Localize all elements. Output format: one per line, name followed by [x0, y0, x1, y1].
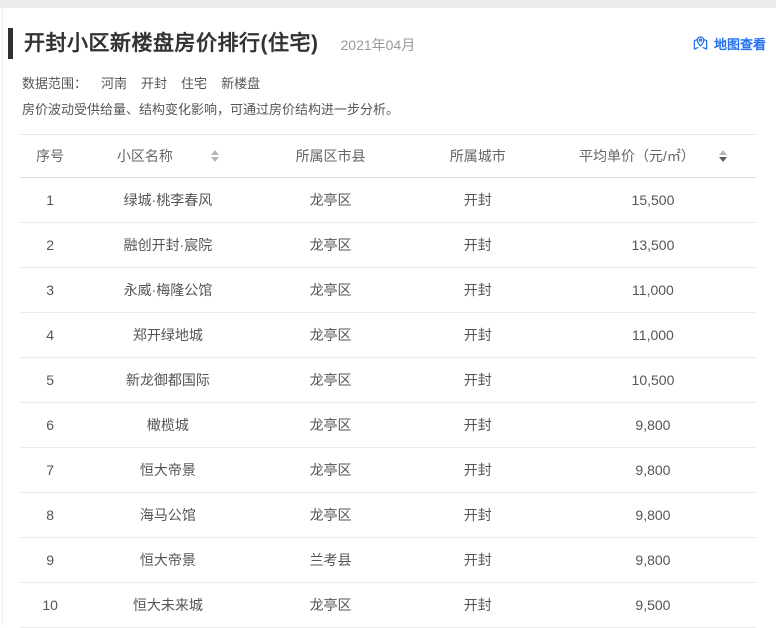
cell-name: 海马公馆 [80, 493, 255, 538]
cell-rank: 9 [20, 538, 80, 583]
cell-name: 恒大帝景 [80, 538, 255, 583]
cell-price: 9,800 [550, 538, 756, 583]
cell-city: 开封 [406, 358, 550, 403]
top-strip [0, 0, 776, 8]
cell-name: 恒大未来城 [80, 583, 255, 628]
cell-rank: 5 [20, 358, 80, 403]
table-row[interactable]: 3 永威·梅隆公馆 龙亭区 开封 11,000 [20, 268, 756, 313]
scope-label: 数据范围： [22, 76, 87, 91]
cell-rank: 3 [20, 268, 80, 313]
cell-rank: 8 [20, 493, 80, 538]
sort-carets-icon[interactable] [719, 150, 727, 162]
table-header-row: 序号 小区名称 所属区市县 所属城市 平均单价（元/㎡） [20, 135, 756, 178]
cell-name: 新龙御都国际 [80, 358, 255, 403]
table-row[interactable]: 4 郑开绿地城 龙亭区 开封 11,000 [20, 313, 756, 358]
map-view-label: 地图查看 [714, 34, 766, 53]
scope-tag-city[interactable]: 开封 [141, 76, 167, 91]
cell-rank: 10 [20, 583, 80, 628]
table-row[interactable]: 2 融创开封·宸院 龙亭区 开封 13,500 [20, 223, 756, 268]
description-text: 房价波动受供给量、结构变化影响，可通过房价结构进一步分析。 [22, 97, 756, 123]
table-row[interactable]: 1 绿城·桃李春风 龙亭区 开封 15,500 [20, 178, 756, 223]
column-label-rank: 序号 [36, 148, 64, 164]
column-header-city: 所属城市 [406, 135, 550, 178]
data-scope-line: 数据范围： 河南开封住宅新楼盘 [22, 71, 756, 97]
cell-rank: 4 [20, 313, 80, 358]
table-row[interactable]: 10 恒大未来城 龙亭区 开封 9,500 [20, 583, 756, 628]
column-header-price[interactable]: 平均单价（元/㎡） [550, 135, 756, 178]
scope-tag-province[interactable]: 河南 [101, 76, 127, 91]
cell-price: 9,800 [550, 448, 756, 493]
title-accent-bar [8, 28, 13, 59]
page-left-edge [2, 0, 3, 625]
cell-city: 开封 [406, 583, 550, 628]
cell-district: 兰考县 [256, 538, 406, 583]
cell-district: 龙亭区 [256, 313, 406, 358]
column-header-rank: 序号 [20, 135, 80, 178]
map-view-link[interactable]: 地图查看 [692, 34, 766, 53]
report-date: 2021年04月 [341, 31, 416, 55]
cell-city: 开封 [406, 403, 550, 448]
cell-name: 永威·梅隆公馆 [80, 268, 255, 313]
cell-price: 11,000 [550, 313, 756, 358]
cell-city: 开封 [406, 268, 550, 313]
cell-district: 龙亭区 [256, 358, 406, 403]
cell-price: 9,500 [550, 583, 756, 628]
cell-city: 开封 [406, 448, 550, 493]
cell-rank: 1 [20, 178, 80, 223]
column-label-city: 所属城市 [450, 148, 506, 164]
cell-name: 恒大帝景 [80, 448, 255, 493]
table-row[interactable]: 6 橄榄城 龙亭区 开封 9,800 [20, 403, 756, 448]
table-row[interactable]: 9 恒大帝景 兰考县 开封 9,800 [20, 538, 756, 583]
meta-section: 数据范围： 河南开封住宅新楼盘 房价波动受供给量、结构变化影响，可通过房价结构进一… [22, 71, 756, 123]
cell-district: 龙亭区 [256, 223, 406, 268]
column-label-name: 小区名称 [117, 146, 173, 166]
cell-city: 开封 [406, 178, 550, 223]
cell-name: 融创开封·宸院 [80, 223, 255, 268]
cell-price: 15,500 [550, 178, 756, 223]
cell-city: 开封 [406, 313, 550, 358]
cell-district: 龙亭区 [256, 448, 406, 493]
cell-rank: 6 [20, 403, 80, 448]
column-label-price: 平均单价（元/㎡） [579, 146, 695, 166]
cell-price: 13,500 [550, 223, 756, 268]
table-row[interactable]: 8 海马公馆 龙亭区 开封 9,800 [20, 493, 756, 538]
page-header: 开封小区新楼盘房价排行(住宅) 2021年04月 地图查看 [8, 27, 766, 59]
table-row[interactable]: 7 恒大帝景 龙亭区 开封 9,800 [20, 448, 756, 493]
cell-price: 11,000 [550, 268, 756, 313]
cell-district: 龙亭区 [256, 583, 406, 628]
column-header-name[interactable]: 小区名称 [80, 135, 255, 178]
cell-price: 10,500 [550, 358, 756, 403]
cell-rank: 2 [20, 223, 80, 268]
cell-price: 9,800 [550, 493, 756, 538]
cell-city: 开封 [406, 538, 550, 583]
column-header-district: 所属区市县 [256, 135, 406, 178]
sort-carets-icon[interactable] [211, 150, 219, 162]
cell-price: 9,800 [550, 403, 756, 448]
cell-district: 龙亭区 [256, 268, 406, 313]
cell-name: 橄榄城 [80, 403, 255, 448]
cell-city: 开封 [406, 493, 550, 538]
cell-rank: 7 [20, 448, 80, 493]
map-pin-icon [692, 35, 709, 52]
column-label-district: 所属区市县 [296, 148, 366, 164]
scope-tag-newbuild[interactable]: 新楼盘 [221, 76, 260, 91]
cell-district: 龙亭区 [256, 403, 406, 448]
cell-district: 龙亭区 [256, 493, 406, 538]
page-title: 开封小区新楼盘房价排行(住宅) [24, 28, 319, 59]
price-table: 序号 小区名称 所属区市县 所属城市 平均单价（元/㎡） [20, 134, 756, 628]
cell-district: 龙亭区 [256, 178, 406, 223]
table-body: 1 绿城·桃李春风 龙亭区 开封 15,500 2 融创开封·宸院 龙亭区 开封… [20, 178, 756, 628]
table-row[interactable]: 5 新龙御都国际 龙亭区 开封 10,500 [20, 358, 756, 403]
cell-name: 绿城·桃李春风 [80, 178, 255, 223]
cell-name: 郑开绿地城 [80, 313, 255, 358]
cell-city: 开封 [406, 223, 550, 268]
scope-tag-type[interactable]: 住宅 [181, 76, 207, 91]
